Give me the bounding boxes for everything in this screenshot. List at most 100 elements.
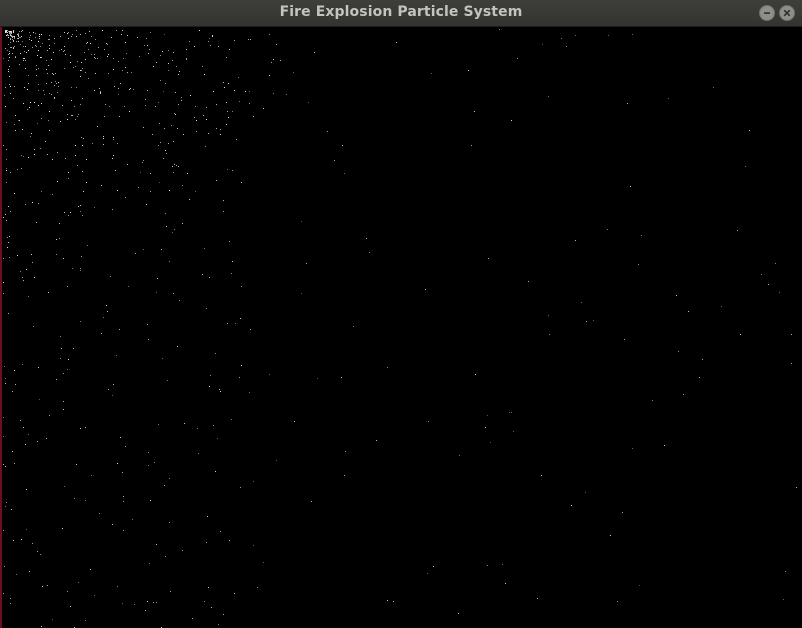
particle [85, 500, 86, 501]
close-button[interactable] [779, 5, 795, 21]
particle [177, 128, 178, 129]
particle [160, 80, 161, 81]
particle [159, 123, 160, 124]
particle [6, 159, 7, 160]
particle [77, 165, 78, 166]
particle [179, 300, 180, 301]
particle [791, 363, 792, 364]
particle [3, 417, 4, 418]
particle [49, 35, 50, 36]
particle [23, 280, 24, 281]
particle [229, 49, 230, 50]
particle [18, 36, 19, 37]
particle [41, 191, 42, 192]
particle [6, 35, 7, 36]
particle [103, 136, 104, 137]
particle [511, 412, 512, 413]
particle [425, 289, 426, 290]
particle [67, 114, 68, 115]
particle [57, 181, 58, 182]
particle [67, 119, 68, 120]
minimize-button[interactable] [759, 5, 775, 21]
particle [46, 438, 47, 439]
particle [94, 207, 95, 208]
particle [39, 34, 40, 35]
particle [49, 45, 50, 46]
particle [16, 41, 17, 42]
particle [51, 82, 52, 83]
particle [92, 143, 93, 144]
particle [575, 35, 576, 36]
particle [18, 41, 19, 42]
particle [13, 31, 14, 32]
particle [58, 82, 59, 83]
particle [36, 65, 37, 66]
particle [44, 94, 45, 95]
particle [108, 73, 109, 74]
particle [22, 41, 23, 42]
particle [6, 168, 7, 169]
particle [122, 472, 123, 473]
particle [91, 54, 92, 55]
particle [3, 145, 4, 146]
particle [541, 475, 542, 476]
particle [229, 540, 230, 541]
particle [459, 455, 460, 456]
particle [211, 607, 212, 608]
particle [223, 614, 224, 615]
particle [118, 61, 119, 62]
particle [208, 41, 209, 42]
particle [72, 115, 73, 116]
particle [99, 88, 100, 89]
particle [13, 30, 14, 31]
particle [77, 116, 78, 117]
particle [5, 48, 6, 49]
particle [172, 60, 173, 61]
particle [585, 492, 586, 493]
particle [241, 182, 242, 183]
particle [54, 38, 55, 39]
particle [132, 519, 133, 520]
particle [49, 111, 50, 112]
particle [60, 36, 61, 37]
particle [22, 30, 23, 31]
particle [171, 125, 172, 126]
particle [622, 512, 623, 513]
particle [64, 212, 65, 213]
particle [148, 465, 149, 466]
particle [249, 392, 250, 393]
particle [63, 51, 64, 52]
particle [683, 394, 684, 395]
particle [68, 32, 69, 33]
particle [5, 214, 6, 215]
particle [9, 76, 10, 77]
particle [19, 37, 20, 38]
particle [173, 52, 174, 53]
particle [39, 36, 40, 37]
particle [10, 31, 11, 32]
particle [52, 194, 53, 195]
particle [676, 295, 677, 296]
particle [8, 242, 9, 243]
particle [63, 401, 64, 402]
particle-canvas[interactable] [0, 27, 802, 628]
particle [273, 93, 274, 94]
particle [20, 53, 21, 54]
particle [123, 501, 124, 502]
particle [148, 339, 149, 340]
particle [33, 32, 34, 33]
title-bar[interactable]: Fire Explosion Particle System [0, 0, 802, 27]
particle [280, 60, 281, 61]
particle [52, 73, 53, 74]
particle [131, 72, 132, 73]
particle [54, 85, 55, 86]
particle [63, 409, 64, 410]
particle [548, 315, 549, 316]
particle [72, 268, 73, 269]
particle [183, 134, 184, 135]
particle [12, 53, 13, 54]
particle [58, 86, 59, 87]
particle [189, 199, 190, 200]
particle [143, 249, 144, 250]
particle [5, 31, 6, 32]
